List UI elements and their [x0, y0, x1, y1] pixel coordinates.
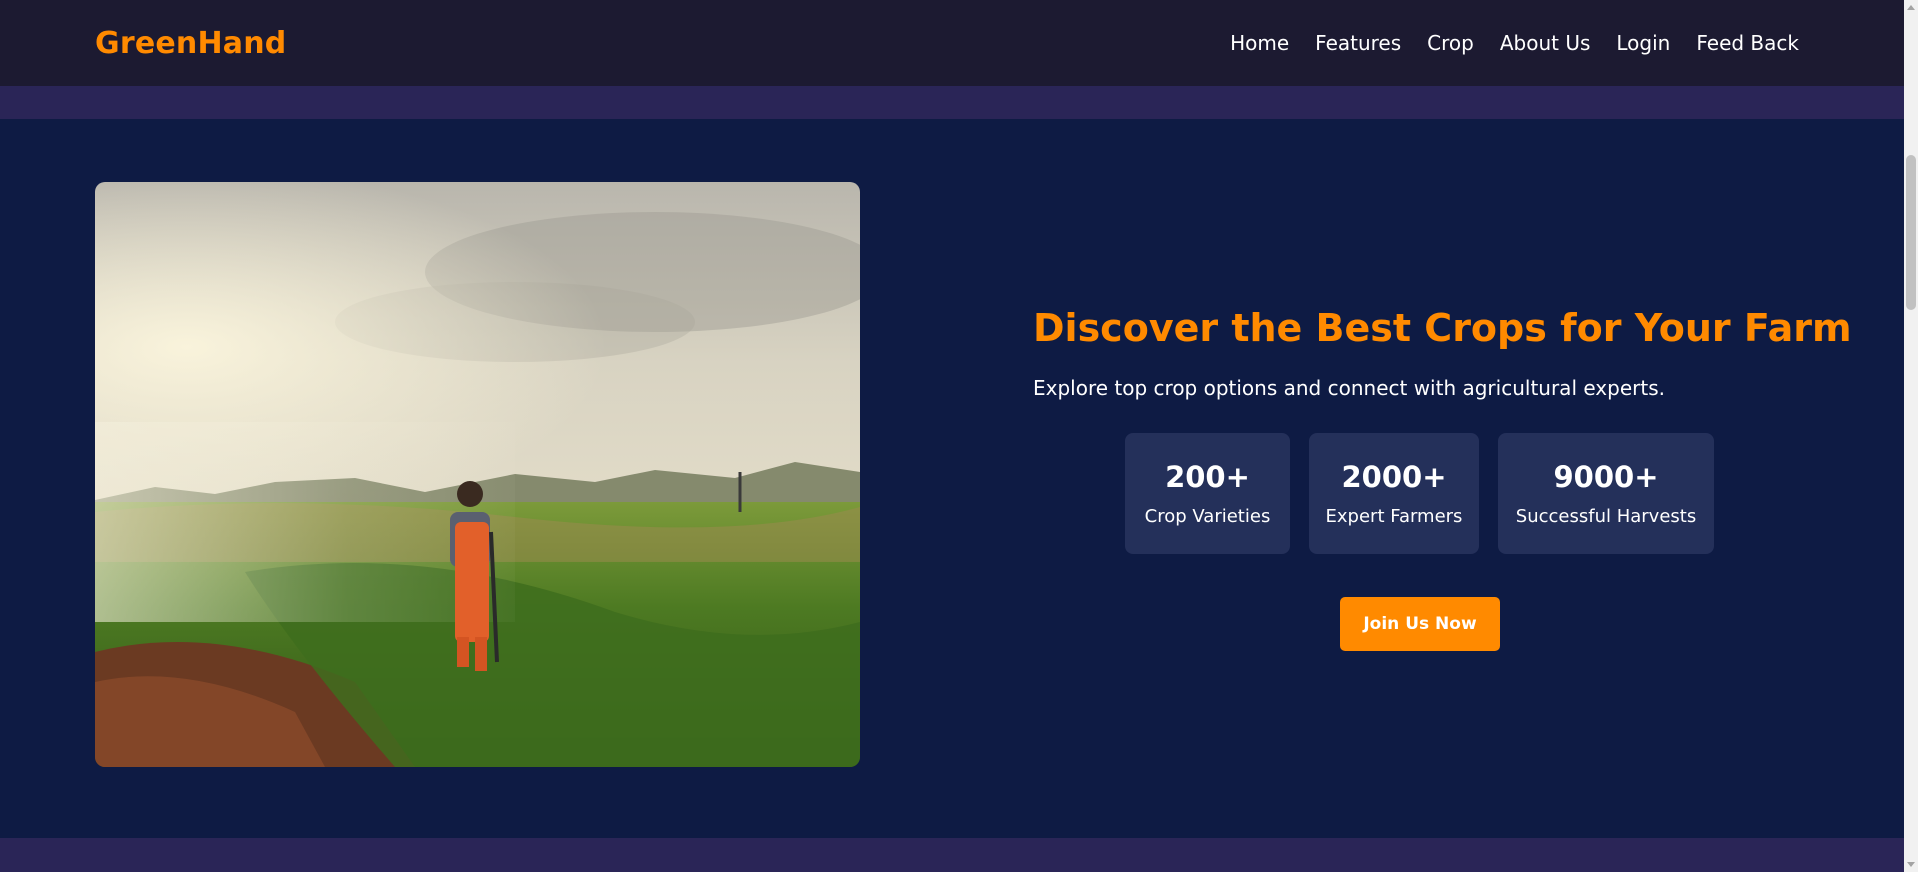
nav-links: Home Features Crop About Us Login Feed B…: [1230, 31, 1799, 55]
stat-label: Successful Harvests: [1515, 506, 1697, 527]
nav-about-us[interactable]: About Us: [1500, 31, 1591, 55]
scrollbar-thumb[interactable]: [1906, 155, 1916, 310]
stat-value: 200+: [1165, 460, 1250, 494]
brand-logo[interactable]: GreenHand: [95, 26, 286, 61]
stat-card: 2000+ Expert Farmers: [1309, 433, 1479, 554]
nav-login[interactable]: Login: [1616, 31, 1670, 55]
nav-feedback[interactable]: Feed Back: [1696, 31, 1799, 55]
page-scrollbar[interactable]: [1904, 0, 1918, 872]
navbar: GreenHand Home Features Crop About Us Lo…: [0, 0, 1904, 86]
stat-card: 200+ Crop Varieties: [1125, 433, 1290, 554]
stat-label: Crop Varieties: [1144, 506, 1271, 527]
nav-features[interactable]: Features: [1315, 31, 1401, 55]
stats-row: 200+ Crop Varieties 2000+ Expert Farmers…: [1125, 433, 1714, 554]
stat-value: 9000+: [1553, 460, 1659, 494]
stat-value: 2000+: [1341, 460, 1447, 494]
nav-home[interactable]: Home: [1230, 31, 1289, 55]
nav-crop[interactable]: Crop: [1427, 31, 1474, 55]
stat-card: 9000+ Successful Harvests: [1498, 433, 1714, 554]
hero-content: Discover the Best Crops for Your Farm Ex…: [1033, 306, 1852, 400]
scroll-up-icon[interactable]: [1907, 5, 1915, 10]
join-us-button[interactable]: Join Us Now: [1340, 597, 1500, 651]
stat-label: Expert Farmers: [1325, 506, 1463, 527]
section-divider-bottom: [0, 838, 1904, 872]
hero-image: [95, 182, 860, 767]
section-divider-top: [0, 86, 1904, 119]
hero-headline: Discover the Best Crops for Your Farm: [1033, 306, 1852, 350]
hero-subtitle: Explore top crop options and connect wit…: [1033, 376, 1665, 400]
scroll-down-icon[interactable]: [1907, 862, 1915, 867]
